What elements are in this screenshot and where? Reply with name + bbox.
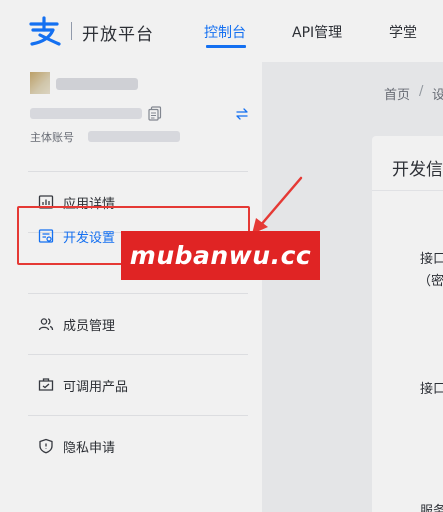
card-title: 开发信: [392, 160, 443, 180]
breadcrumb-separator: /: [419, 84, 424, 99]
sidebar-item-label: 隐私申请: [63, 441, 116, 456]
field-label: 服务: [420, 504, 443, 512]
main-account-redacted: [88, 131, 180, 142]
platform-name[interactable]: 开放平台: [82, 20, 154, 45]
app-name-redacted: [56, 78, 138, 90]
sidebar-item-available-products[interactable]: 可调用产品: [0, 355, 262, 415]
app-avatar: [30, 72, 50, 94]
breadcrumb-home[interactable]: 首页: [384, 84, 410, 103]
sidebar-item-label: 可调用产品: [63, 380, 129, 395]
sidebar-item-privacy[interactable]: 隐私申请: [0, 416, 262, 476]
privacy-shield-icon: [39, 438, 53, 454]
watermark: mubanwu.cc: [121, 231, 320, 280]
active-tab-underline: [206, 45, 246, 48]
tab-academy[interactable]: 学堂: [389, 22, 417, 42]
sidebar-item-members[interactable]: 成员管理: [0, 294, 262, 354]
main-account-label: 主体账号: [30, 131, 74, 144]
sidebar-item-label: 成员管理: [63, 319, 116, 334]
field-label: 接口: [420, 382, 443, 397]
card-divider: [372, 190, 443, 191]
field-label: 接口: [420, 252, 443, 267]
tab-api-management[interactable]: API管理: [292, 22, 342, 42]
products-icon: [38, 378, 54, 391]
copy-icon[interactable]: [148, 106, 162, 121]
alipay-logo-icon[interactable]: [28, 16, 62, 46]
breadcrumb-current: 设: [432, 88, 443, 103]
logo-divider: [71, 22, 72, 40]
members-icon: [38, 318, 54, 331]
field-sub-label: （密: [418, 274, 443, 289]
top-bar: 开放平台 控制台 API管理 学堂: [0, 0, 443, 62]
tab-console[interactable]: 控制台: [204, 22, 246, 42]
switch-app-icon[interactable]: [235, 107, 249, 121]
dev-info-card: [372, 136, 443, 512]
app-id-redacted: [30, 108, 142, 119]
